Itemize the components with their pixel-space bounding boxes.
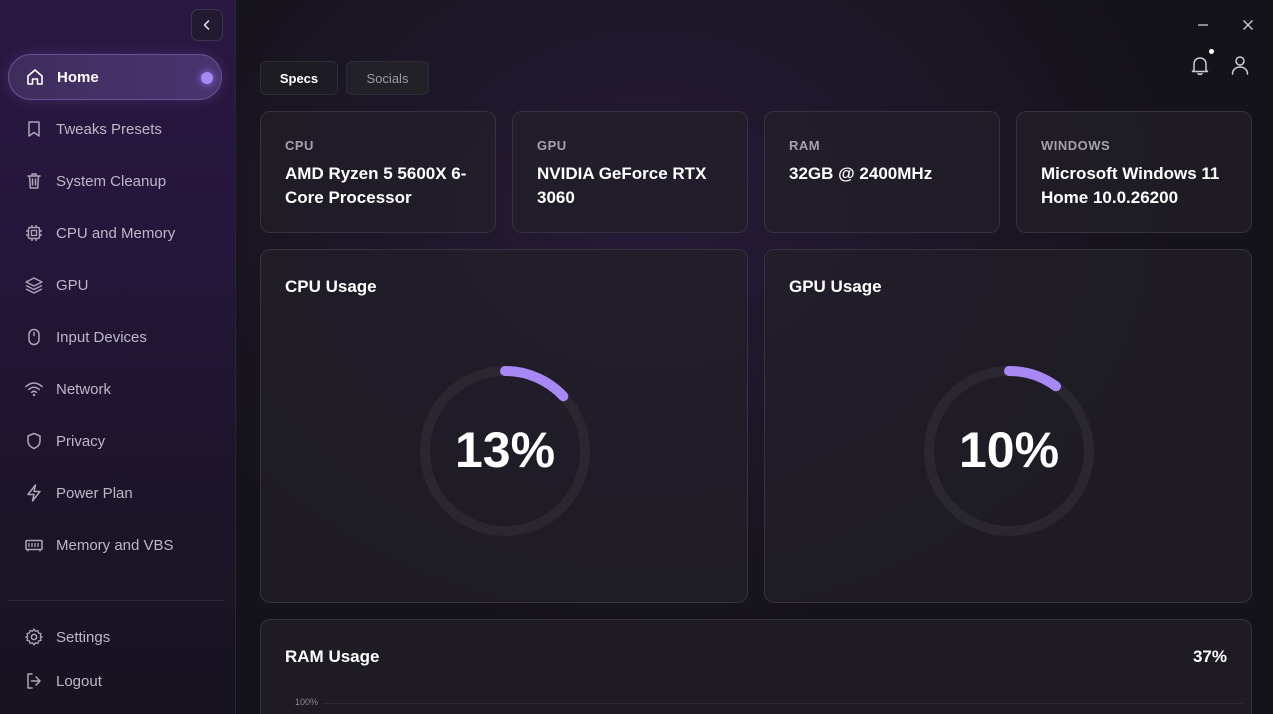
tab-socials[interactable]: Socials xyxy=(346,61,429,95)
gpu-usage-title: GPU Usage xyxy=(789,277,882,296)
spec-value: AMD Ryzen 5 5600X 6-Core Processor xyxy=(285,164,467,207)
sidebar-item-label: Memory and VBS xyxy=(56,536,174,554)
spec-label: GPU xyxy=(537,138,567,153)
bell-icon xyxy=(1191,57,1209,75)
sidebar-item-settings[interactable]: Settings xyxy=(8,614,222,660)
sidebar-item-system-cleanup[interactable]: System Cleanup xyxy=(8,158,222,204)
minimize-button[interactable] xyxy=(1194,16,1212,34)
sidebar-item-privacy[interactable]: Privacy xyxy=(8,418,222,464)
chevron-left-icon xyxy=(203,20,210,30)
profile-button[interactable] xyxy=(1227,52,1253,78)
spec-card-gpu: GPU NVIDIA GeForce RTX 3060 xyxy=(512,111,748,233)
notifications-button[interactable] xyxy=(1187,52,1213,78)
mouse-icon xyxy=(24,327,44,347)
sidebar-item-label: Power Plan xyxy=(56,484,133,502)
sidebar-item-logout[interactable]: Logout xyxy=(8,658,222,704)
active-indicator-dot xyxy=(201,72,213,84)
spec-card-ram: RAM 32GB @ 2400MHz xyxy=(764,111,1000,233)
sidebar-item-input-devices[interactable]: Input Devices xyxy=(8,314,222,360)
gpu-usage-value: 10% xyxy=(958,422,1060,478)
ram-usage-card: RAM Usage 37% 100% xyxy=(260,619,1252,714)
sidebar-item-label: Home xyxy=(57,68,99,86)
gpu-usage-card: GPU Usage 10% xyxy=(764,249,1252,603)
sidebar-item-label: Tweaks Presets xyxy=(56,120,162,138)
close-icon xyxy=(1243,20,1253,30)
ram-usage-value: 37% xyxy=(1192,647,1227,666)
main-content: Specs Socials CPU AMD Ryzen 5 5600X 6-Co… xyxy=(236,0,1273,714)
user-icon xyxy=(1231,56,1249,75)
collapse-sidebar-button[interactable] xyxy=(191,9,223,41)
lightning-icon xyxy=(24,483,44,503)
ram-chart-gridline xyxy=(323,703,1243,704)
trash-icon xyxy=(24,171,44,191)
sidebar-item-label: Input Devices xyxy=(56,328,147,346)
sidebar-divider xyxy=(8,600,224,601)
memory-icon xyxy=(24,535,44,555)
gear-icon xyxy=(24,627,44,647)
sidebar-item-tweaks-presets[interactable]: Tweaks Presets xyxy=(8,106,222,152)
tab-specs[interactable]: Specs xyxy=(260,61,338,95)
sidebar-item-power-plan[interactable]: Power Plan xyxy=(8,470,222,516)
spec-label: WINDOWS xyxy=(1041,138,1111,153)
layers-icon xyxy=(24,275,44,295)
sidebar-item-label: System Cleanup xyxy=(56,172,167,190)
logout-icon xyxy=(24,671,44,691)
sidebar: Home Tweaks Presets System Cleanup CPU a… xyxy=(0,0,236,714)
sidebar-item-home[interactable]: Home xyxy=(8,54,222,100)
shield-icon xyxy=(24,431,44,451)
close-button[interactable] xyxy=(1239,16,1257,34)
chip-icon xyxy=(24,223,44,243)
app-window: Home Tweaks Presets System Cleanup CPU a… xyxy=(0,0,1273,714)
sidebar-item-gpu[interactable]: GPU xyxy=(8,262,222,308)
sidebar-item-label: Logout xyxy=(56,672,102,690)
sidebar-item-label: Network xyxy=(56,380,112,398)
ram-usage-title: RAM Usage xyxy=(285,647,380,666)
spec-card-cpu: CPU AMD Ryzen 5 5600X 6-Core Processor xyxy=(260,111,496,233)
sidebar-item-label: Settings xyxy=(56,628,111,646)
spec-label: RAM xyxy=(789,138,821,153)
wifi-icon xyxy=(24,379,44,399)
cpu-usage-title: CPU Usage xyxy=(285,277,377,296)
notification-badge xyxy=(1207,47,1216,56)
spec-label: CPU xyxy=(285,138,314,153)
sidebar-item-cpu-and-memory[interactable]: CPU and Memory xyxy=(8,210,222,256)
sidebar-item-network[interactable]: Network xyxy=(8,366,222,412)
home-icon xyxy=(25,67,45,87)
cpu-usage-value: 13% xyxy=(454,422,556,478)
spec-value: NVIDIA GeForce RTX 3060 xyxy=(537,164,707,207)
cpu-usage-card: CPU Usage 13% xyxy=(260,249,748,603)
sidebar-item-memory-and-vbs[interactable]: Memory and VBS xyxy=(8,522,222,568)
ram-axis-label: 100% xyxy=(295,697,319,707)
bookmark-icon xyxy=(24,119,44,139)
minimize-icon xyxy=(1198,24,1208,26)
sidebar-item-label: Privacy xyxy=(56,432,106,450)
sidebar-item-label: GPU xyxy=(56,276,89,294)
sidebar-item-label: CPU and Memory xyxy=(56,224,176,242)
spec-value: 32GB @ 2400MHz xyxy=(789,164,933,183)
spec-card-windows: WINDOWS Microsoft Windows 11 Home 10.0.2… xyxy=(1016,111,1252,233)
spec-value: Microsoft Windows 11 Home 10.0.26200 xyxy=(1041,164,1220,207)
